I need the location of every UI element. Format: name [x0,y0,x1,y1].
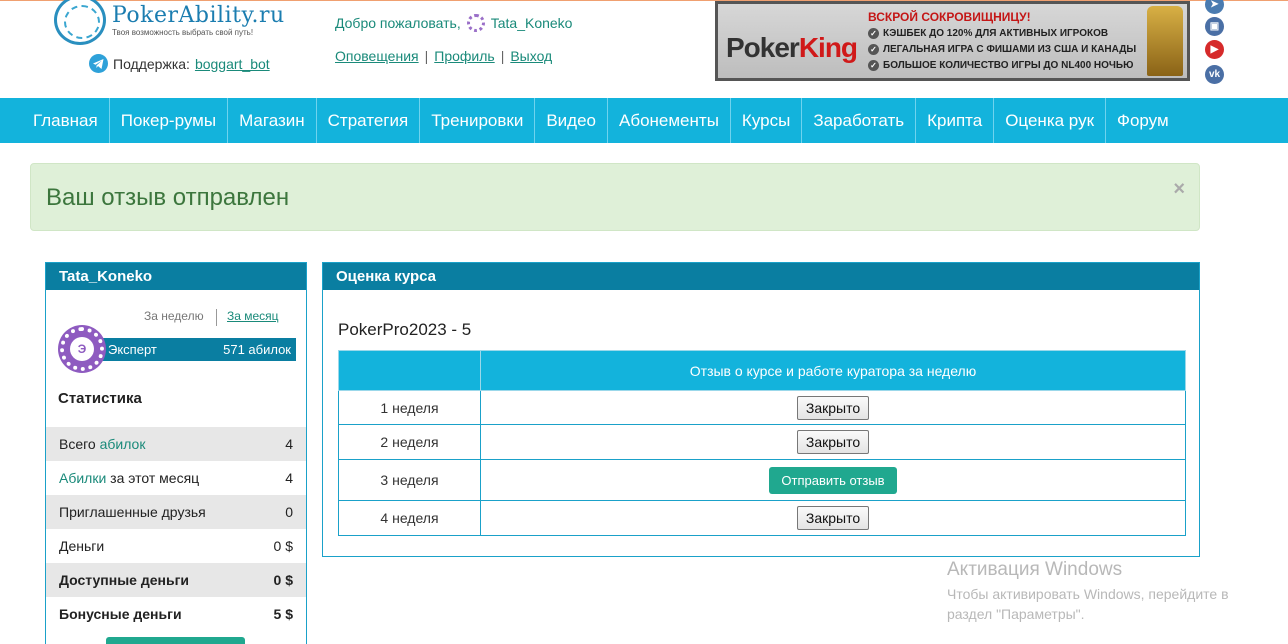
week-label: 1 неделя [338,390,481,425]
table-row: 1 неделя Закрыто [338,390,1186,425]
stats-list: Всего абилок 4 Абилки за этот месяц 4 Пр… [46,427,306,631]
table-header-feedback: Отзыв о курсе и работе куратора за недел… [480,350,1186,391]
nav-item-strategy[interactable]: Стратегия [317,98,421,143]
stat-invited-friends: Приглашенные друзья 0 [46,495,306,529]
support-line: Поддержка: boggart_bot [89,54,270,73]
telegram-icon [89,54,108,73]
nav-item-earn[interactable]: Заработать [802,98,917,143]
week-action-cell: Закрыто [480,424,1186,460]
user-sidebar: Tata_Koneko За неделю За месяц Эксперт 5… [45,262,307,644]
week-action-cell: Отправить отзыв [480,459,1186,501]
stat-money: Деньги 0 $ [59,538,293,554]
table-row: 2 неделя Закрыто [338,424,1186,460]
abilki-link[interactable]: абилок [100,436,146,452]
youtube-icon[interactable]: ▶ [1205,40,1224,59]
logo-tagline: Твоя возможность выбрать свой путь! [112,28,254,37]
banner-line: ЛЕГАЛЬНАЯ ИГРА С ФИШАМИ ИЗ США И КАНАДЫ [868,44,1136,55]
stat-total-abilki: Всего абилок 4 [46,427,306,461]
alert-message: Ваш отзыв отправлен [46,184,290,211]
site-logo[interactable]: PokerAbility.ru Твоя возможность выбрать… [54,0,294,45]
stat-value: 0 $ [273,538,293,554]
user-rank-chip-icon [466,14,485,32]
success-alert: Ваш отзыв отправлен × [30,163,1200,231]
close-icon[interactable]: × [1173,178,1185,201]
windows-activation-title: Активация Windows [947,559,1123,580]
table-header-row: Отзыв о курсе и работе куратора за недел… [338,350,1186,391]
week-action-cell: Закрыто [480,390,1186,425]
table-row: 3 неделя Отправить отзыв [338,459,1186,501]
stat-value: 5 $ [273,606,293,622]
closed-button[interactable]: Закрыто [796,395,870,420]
week-label: 3 неделя [338,459,481,501]
stat-month-abilki: Абилки за этот месяц 4 [59,470,293,486]
nav-item-subscriptions[interactable]: Абонементы [608,98,731,143]
period-week-tab[interactable]: За неделю [144,309,204,323]
banner-brand: PokerKing [726,32,858,63]
period-month-tab[interactable]: За месяц [227,309,279,323]
closed-button[interactable]: Закрыто [796,430,870,454]
support-label: Поддержка: [113,55,190,72]
twitch-icon[interactable]: ▣ [1205,17,1224,36]
logo-title: PokerAbility.ru [112,3,285,28]
nav-item-hand-review[interactable]: Оценка рук [994,98,1107,143]
treasure-chest-icon [1147,6,1183,76]
pokerking-banner[interactable]: PokerKing ВСКРОЙ СОКРОВИЩНИЦУ! КЭШБЕК ДО… [715,1,1190,81]
sidebar-username: Tata_Koneko [46,263,306,290]
rank-chip-icon: Э [60,327,104,371]
nav-item-courses[interactable]: Курсы [731,98,803,143]
banner-line: КЭШБЕК ДО 120% ДЛЯ АКТИВНЫХ ИГРОКОВ [868,28,1108,39]
telegram-icon[interactable]: ➤ [1205,0,1224,14]
stats-title: Статистика [58,390,142,407]
stat-value: 0 [285,504,293,520]
banner-headline: ВСКРОЙ СОКРОВИЩНИЦУ! [868,10,1031,24]
stat-available-money: Доступные деньги 0 $ [46,563,306,597]
panel-title: Оценка курса [323,263,1199,290]
nav-item-video[interactable]: Видео [535,98,608,143]
stat-value: 4 [285,470,293,486]
banner-line: БОЛЬШОЕ КОЛИЧЕСТВО ИГРЫ ДО NL400 НОЧЬЮ [868,60,1133,71]
course-title: PokerPro2023 - 5 [338,320,472,339]
stat-value: 4 [285,436,293,452]
poker-chip-logo-icon [54,0,106,45]
nav-item-shop[interactable]: Магазин [228,98,317,143]
closed-button[interactable]: Закрыто [796,506,870,530]
week-action-cell: Закрыто [480,500,1186,536]
week-label: 4 неделя [338,500,481,536]
notifications-link[interactable]: Оповещения [335,48,419,64]
welcome-line: Добро пожаловать, Tata_Koneko [335,14,572,32]
stat-bonus-money: Бонусные деньги 5 $ [59,606,293,622]
table-row: 4 неделя Закрыто [338,500,1186,536]
nav-item-trainings[interactable]: Тренировки [420,98,536,143]
period-divider [216,309,217,326]
rank-points: 571 абилок [223,342,291,357]
abilki-link[interactable]: Абилки [59,470,106,486]
vk-icon[interactable]: vk [1205,65,1224,84]
windows-activation-text: Чтобы активировать Windows, перейдите в … [947,586,1229,622]
user-links: Оповещения | Профиль | Выход [335,48,553,64]
welcome-text: Добро пожаловать, [335,15,461,31]
support-bot-link[interactable]: boggart_bot [195,56,270,72]
nav-item-crypto[interactable]: Крипта [916,98,995,143]
week-label: 2 неделя [338,424,481,460]
nav-item-home[interactable]: Главная [22,98,110,143]
nav-item-forum[interactable]: Форум [1106,98,1180,143]
header-username[interactable]: Tata_Koneko [491,15,573,31]
send-feedback-button[interactable]: Отправить отзыв [769,466,897,494]
rank-level: Эксперт [108,342,157,357]
course-rating-panel: Оценка курса PokerPro2023 - 5 Отзыв о ку… [322,262,1200,557]
rank-bar: Эксперт 571 абилок [76,338,296,361]
main-nav: Главная Покер-румы Магазин Стратегия Тре… [0,98,1288,143]
stat-value: 0 $ [273,572,293,588]
profile-link[interactable]: Профиль [434,48,494,64]
nav-item-poker-rooms[interactable]: Покер-румы [110,98,229,143]
sidebar-action-button[interactable] [106,637,245,644]
weeks-table: Отзыв о курсе и работе куратора за недел… [338,350,1186,536]
table-header-empty [338,350,481,391]
logout-link[interactable]: Выход [510,48,552,64]
